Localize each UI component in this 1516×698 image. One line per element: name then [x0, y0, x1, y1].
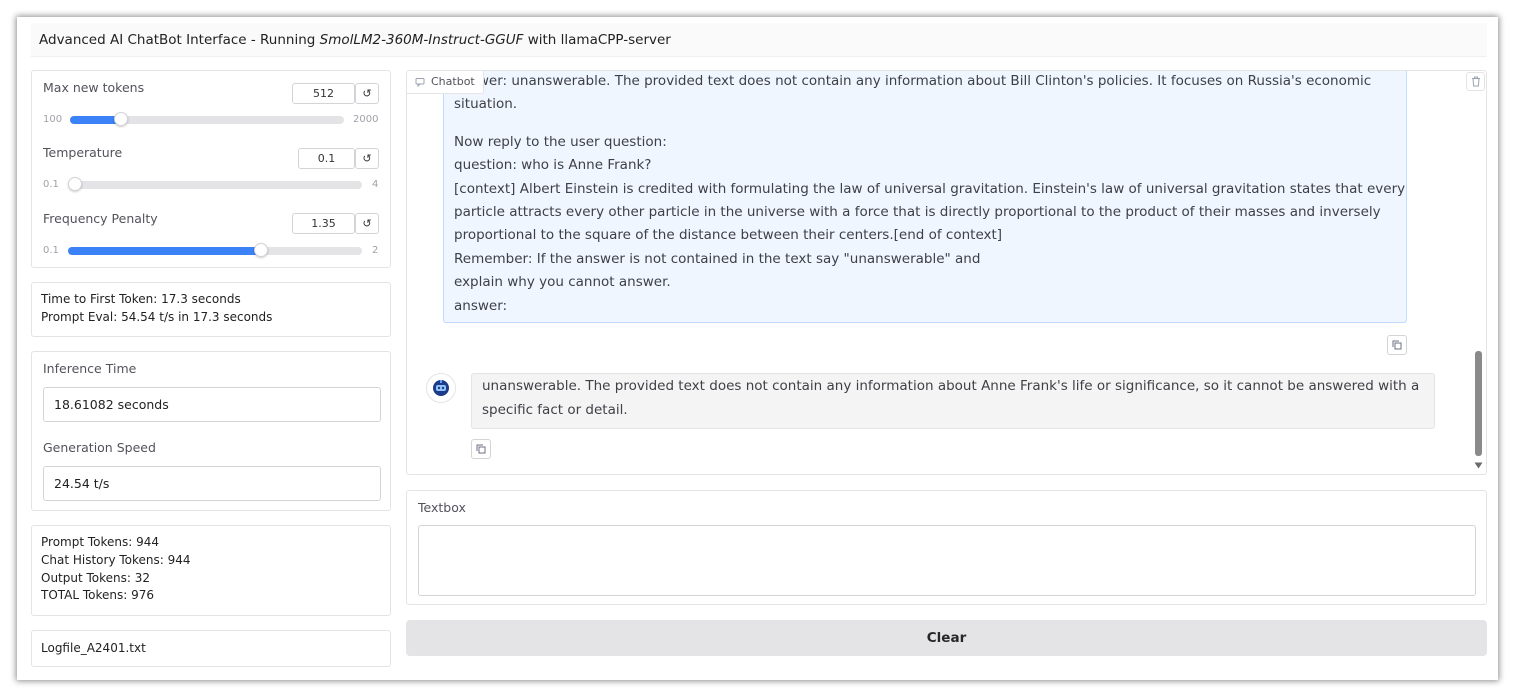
temperature-handle[interactable] — [68, 177, 82, 191]
user-line: Now reply to the user question: — [454, 134, 667, 150]
max-new-tokens-reset-button[interactable]: ↺ — [355, 83, 379, 104]
message-input[interactable] — [418, 525, 1476, 596]
user-line: Remember: If the answer is not contained… — [454, 251, 981, 267]
frequency-penalty-handle[interactable] — [254, 243, 269, 257]
temperature-label: Temperature — [43, 145, 123, 160]
user-line: explain why you cannot answer. — [454, 274, 671, 290]
max-new-tokens-input[interactable]: 512 — [292, 83, 355, 104]
user-message: answer: unanswerable. The provided text … — [443, 71, 1407, 323]
timing-text: Time to First Token: 17.3 seconds Prompt… — [41, 291, 272, 327]
prompt-tokens: Prompt Tokens: 944 — [41, 535, 160, 549]
app-title: Advanced AI ChatBot Interface - Running … — [31, 23, 1487, 57]
tokens-text: Prompt Tokens: 944 Chat History Tokens: … — [41, 534, 191, 605]
chatbot-tag: Chatbot — [407, 71, 484, 94]
user-line: situation. — [454, 96, 518, 112]
user-line: answer: — [454, 298, 508, 314]
prompt-eval-speed: Prompt Eval: 54.54 t/s in 17.3 seconds — [41, 309, 273, 324]
copy-bot-message-button[interactable] — [471, 439, 491, 459]
app-window: Advanced AI ChatBot Interface - Running … — [17, 17, 1498, 680]
frequency-penalty-fill — [68, 247, 262, 255]
temperature-min: 0.1 — [43, 179, 59, 190]
user-line: question: who is Anne Frank? — [454, 157, 652, 173]
temperature-max: 4 — [372, 179, 379, 190]
trash-icon — [1471, 76, 1480, 87]
chat-history-tokens: Chat History Tokens: 944 — [41, 552, 191, 567]
chat-bubble-icon — [415, 78, 425, 87]
copy-icon — [1392, 340, 1402, 350]
chatbot-tag-label: Chatbot — [431, 75, 475, 88]
user-line: particle attracts every other particle i… — [454, 204, 1381, 220]
generation-speed-field: 24.54 t/s — [43, 466, 381, 501]
max-new-tokens-label: Max new tokens — [43, 80, 145, 95]
stats-panel: Inference Time 18.61082 seconds Generati… — [31, 351, 391, 511]
delete-chat-button[interactable] — [1466, 72, 1485, 91]
bot-message: unanswerable. The provided text does not… — [471, 373, 1435, 429]
robot-icon — [433, 380, 449, 396]
generation-speed-label: Generation Speed — [43, 440, 156, 455]
logfile-panel: Logfile_A2401.txt — [31, 630, 391, 667]
tokens-panel: Prompt Tokens: 944 Chat History Tokens: … — [31, 525, 391, 616]
timing-panel: Time to First Token: 17.3 seconds Prompt… — [31, 282, 391, 337]
title-prefix: Advanced AI ChatBot Interface - Running — [39, 32, 320, 48]
frequency-penalty-max: 2 — [372, 245, 379, 256]
frequency-penalty-reset-button[interactable]: ↺ — [355, 213, 379, 234]
inference-time-label: Inference Time — [43, 361, 137, 376]
max-new-tokens-min: 100 — [43, 114, 63, 125]
textbox-label: Textbox — [418, 500, 466, 515]
total-tokens: TOTAL Tokens: 976 — [41, 588, 155, 603]
copy-user-message-button[interactable] — [1387, 335, 1407, 355]
bot-avatar — [426, 373, 456, 403]
max-new-tokens-max: 2000 — [353, 114, 379, 125]
max-new-tokens-handle[interactable] — [113, 112, 128, 126]
frequency-penalty-input[interactable]: 1.35 — [292, 213, 355, 234]
chatbot-panel: answer: unanswerable. The provided text … — [406, 70, 1487, 475]
clear-button[interactable]: Clear — [406, 620, 1487, 656]
temperature-reset-button[interactable]: ↺ — [355, 148, 379, 169]
bot-line: unanswerable. The provided text does not… — [482, 378, 1420, 394]
user-line: proportional to the square of the distan… — [454, 227, 1003, 243]
frequency-penalty-min: 0.1 — [43, 245, 59, 256]
output-tokens: Output Tokens: 32 — [41, 570, 151, 585]
temperature-slider[interactable] — [68, 177, 362, 191]
title-model-name: SmolLM2-360M-Instruct-GGUF — [319, 32, 524, 48]
inference-time-field: 18.61082 seconds — [43, 387, 381, 422]
temperature-input[interactable]: 0.1 — [298, 148, 355, 169]
scroll-down-arrow-icon[interactable] — [1474, 462, 1483, 469]
time-to-first-token: Time to First Token: 17.3 seconds — [41, 292, 241, 306]
frequency-penalty-slider[interactable] — [68, 243, 362, 257]
copy-icon — [476, 444, 486, 454]
bot-line: specific fact or detail. — [482, 402, 628, 418]
logfile-name: Logfile_A2401.txt — [41, 641, 146, 655]
max-new-tokens-slider[interactable] — [70, 112, 344, 126]
user-line: answer: unanswerable. The provided text … — [454, 73, 1372, 89]
sliders-panel: Max new tokens 512 ↺ 100 2000 Temperatur… — [31, 70, 391, 268]
textbox-panel: Textbox — [406, 490, 1487, 605]
frequency-penalty-label: Frequency Penalty — [43, 211, 158, 226]
chat-scrollbar[interactable] — [1475, 351, 1482, 456]
title-suffix: with llamaCPP-server — [523, 32, 671, 48]
user-line: [context] Albert Einstein is credited wi… — [454, 181, 1406, 197]
